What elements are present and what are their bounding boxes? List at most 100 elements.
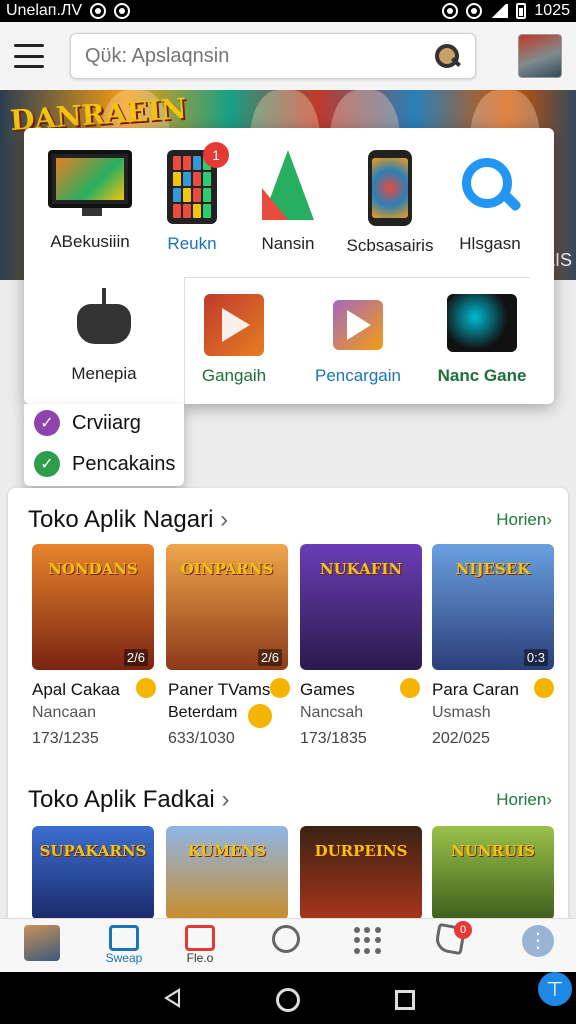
top-app-bar (0, 22, 576, 90)
app-subtitle: Nancaan (32, 704, 97, 721)
app-subtitle: Nancsah (300, 704, 364, 721)
launcher-item-label: Hlsgasn (459, 234, 521, 253)
phone-icon (368, 150, 412, 226)
emoji-icon (272, 925, 300, 953)
emoji-icon (248, 704, 272, 728)
heart-badge-icon (136, 678, 156, 698)
home-icon[interactable] (276, 988, 300, 1012)
nav-item-more[interactable]: ⋮ (508, 925, 568, 957)
apps-grid-icon (354, 927, 382, 955)
nav-item-game[interactable] (12, 925, 72, 961)
play-store-icon (204, 294, 264, 356)
nav-item-sweap[interactable]: Sweap (94, 925, 154, 965)
bottom-navigation: Sweap Fle.o 0 ⋮ (0, 918, 576, 972)
launcher-item-label: Menepia (71, 364, 137, 383)
tile-count: 0:3 (523, 649, 548, 666)
tile-count: 2/6 (257, 649, 282, 666)
notification-icon (114, 3, 131, 19)
app-subtitle: Beterdam (168, 704, 238, 721)
game-avatar-icon (24, 925, 60, 961)
launcher-item-label: Pencargain (314, 366, 401, 385)
app-tile[interactable]: NUKAFIN (300, 544, 422, 670)
app-rating-count: 633/1030 (168, 730, 235, 747)
launcher-item-gamepad[interactable]: Menepia (42, 288, 166, 384)
heart-badge-icon (270, 678, 290, 698)
app-tile[interactable]: NIJESEK 0:3 (432, 544, 554, 670)
app-subtitle: Usmash (432, 704, 491, 721)
app-tile[interactable]: DURPEINS (300, 826, 422, 920)
back-icon[interactable] (164, 988, 180, 1008)
launcher-item-dark-game[interactable]: Nanc Gane (420, 294, 544, 386)
tile-title: OINPARNS (180, 560, 274, 578)
tile-title: NIJESEK (455, 560, 531, 578)
nav-item-phone[interactable]: 0 (420, 921, 480, 956)
app-tile[interactable]: KUMENS (166, 826, 288, 920)
nav-item-label: Fle.o (186, 951, 214, 965)
clock-icon (466, 3, 483, 19)
section-title[interactable]: Toko Aplik Nagari › (28, 506, 228, 534)
app-tile[interactable]: SUPAKARNS (32, 826, 154, 920)
app-name[interactable]: Games (300, 680, 355, 700)
search-icon[interactable] (433, 42, 461, 70)
app-rating-count: 202/025 (432, 730, 490, 747)
tile-title: NUKAFIN (319, 560, 403, 578)
avatar[interactable] (518, 34, 562, 78)
divider (184, 277, 530, 278)
triangle-logo-icon (262, 150, 314, 220)
tile-title: KUMENS (187, 842, 267, 860)
video-icon (185, 925, 215, 951)
nav-item-fleo[interactable]: Fle.o (170, 925, 230, 965)
check-option[interactable]: ✓ Crviiarg (34, 410, 141, 436)
launcher-item-search[interactable]: Hlsgasn (428, 150, 552, 254)
check-circle-icon: ✓ (34, 451, 60, 477)
floating-action-button[interactable]: ⊤ (538, 972, 572, 1006)
recent-apps-icon[interactable] (395, 990, 415, 1010)
check-option[interactable]: ✓ Pencakains (34, 451, 175, 477)
app-rating-count: 173/1835 (300, 730, 367, 747)
check-circle-icon: ✓ (34, 410, 60, 436)
section-more-link[interactable]: Horien› (496, 790, 552, 810)
app-tile[interactable]: NUNRUIS (432, 826, 554, 920)
app-tile[interactable]: NONDANS 2/6 (32, 544, 154, 670)
signal-icon (490, 4, 509, 18)
system-navigation-bar (0, 972, 576, 1024)
status-bar: Unelaп.ЛV 1025 (0, 0, 576, 22)
nav-item-apps[interactable] (338, 925, 398, 955)
search-icon (462, 158, 518, 214)
heart-badge-icon (534, 678, 554, 698)
launcher-item-label: Nanc Gane (437, 366, 527, 385)
battery-icon (516, 3, 527, 19)
app-rating-count: 173/1235 (32, 730, 99, 747)
notification-badge: 0 (454, 921, 472, 939)
launcher-item-play-store[interactable]: Gangaih (172, 294, 296, 386)
tv-icon (109, 925, 139, 951)
tile-title: SUPAKARNS (39, 842, 147, 860)
section-title[interactable]: Toko Aplik Fadkai › (28, 786, 229, 814)
search-input[interactable] (85, 44, 433, 68)
tile-title: NUNRUIS (451, 842, 535, 860)
launcher-item-label: Gangaih (201, 366, 267, 385)
nav-item-emoji[interactable] (256, 925, 316, 953)
tile-title: NONDANS (48, 560, 138, 578)
monitor-icon (48, 150, 132, 216)
tablet-icon: 1 (167, 142, 229, 224)
status-time: 1025 (534, 2, 570, 19)
carrier-label: Unelaп.ЛV (6, 2, 83, 19)
app-name[interactable]: Paner TVams (168, 680, 270, 700)
section-more-link[interactable]: Horien› (496, 510, 552, 530)
tile-title: DURPEINS (314, 842, 408, 860)
hamburger-menu-icon[interactable] (14, 44, 44, 68)
app-tile[interactable]: OINPARNS 2/6 (166, 544, 288, 670)
notification-icon (90, 3, 107, 19)
app-name[interactable]: Apal Cakaa (32, 680, 120, 700)
check-option-label: Pencakains (72, 452, 176, 475)
nav-item-label: Sweap (105, 951, 143, 965)
launcher-item-play-gradient[interactable]: Pencargain (296, 294, 420, 386)
store-content-card: Toko Aplik Nagari › Horien› NONDANS 2/6 … (8, 488, 568, 928)
check-option-label: Crviiarg (72, 411, 141, 434)
search-box[interactable] (70, 33, 476, 79)
alarm-icon (442, 3, 459, 19)
app-name[interactable]: Para Caran (432, 680, 519, 700)
tile-count: 2/6 (123, 649, 148, 666)
more-icon: ⋮ (522, 925, 554, 957)
